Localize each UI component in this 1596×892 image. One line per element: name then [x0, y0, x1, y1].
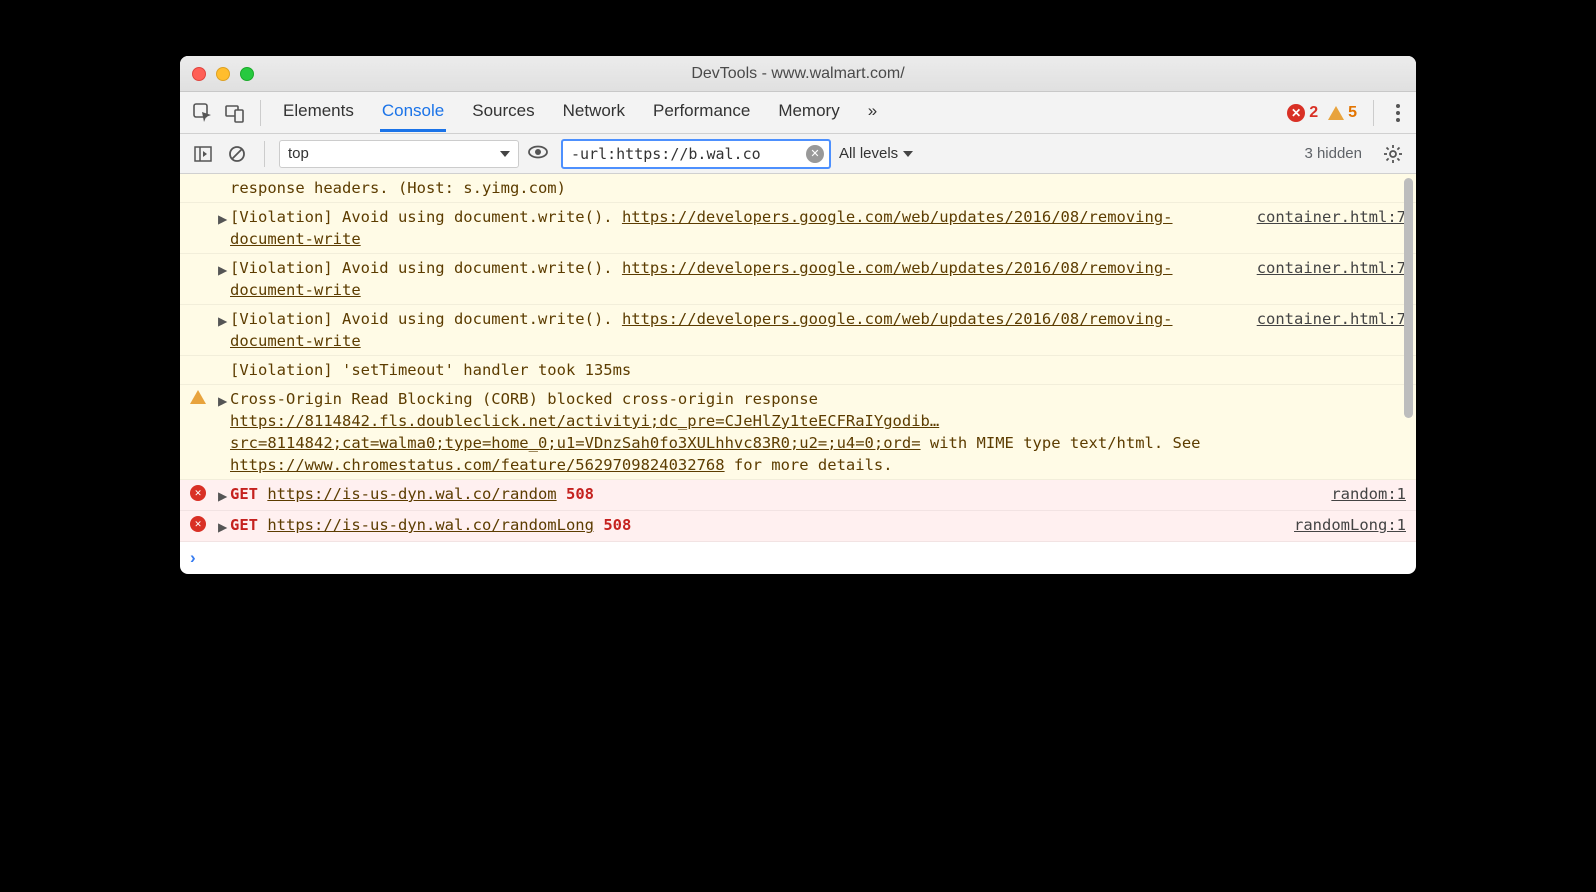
tab-network[interactable]: Network [561, 93, 627, 132]
expand-icon[interactable]: ▶ [218, 206, 230, 230]
status-code: 508 [566, 485, 594, 503]
http-method: GET [230, 485, 258, 503]
row-text: [Violation] Avoid using document.write()… [230, 310, 622, 328]
tab-sources[interactable]: Sources [470, 93, 536, 132]
traffic-lights [192, 67, 254, 81]
http-method: GET [230, 516, 258, 534]
prompt-icon: › [190, 548, 196, 567]
error-badge[interactable]: ✕ 2 [1287, 104, 1318, 122]
link[interactable]: https://www.chromestatus.com/feature/562… [230, 456, 725, 474]
tabs-overflow[interactable]: » [866, 93, 879, 132]
error-icon: ✕ [190, 516, 206, 532]
source-link[interactable]: random:1 [1331, 483, 1406, 505]
scrollbar[interactable] [1404, 178, 1413, 418]
clear-filter-icon[interactable]: ✕ [806, 145, 824, 163]
divider [264, 141, 265, 167]
expand-icon[interactable]: ▶ [218, 257, 230, 281]
row-text: with MIME type text/html. See [921, 434, 1201, 452]
expand-icon[interactable]: ▶ [218, 388, 230, 412]
tabs: Elements Console Sources Network Perform… [281, 93, 879, 132]
gear-icon[interactable] [1380, 141, 1406, 167]
tab-console[interactable]: Console [380, 93, 446, 132]
hidden-count: 3 hidden [1304, 145, 1362, 162]
close-button[interactable] [192, 67, 206, 81]
header-right: ✕ 2 5 [1287, 100, 1406, 126]
source-link[interactable]: container.html:7 [1257, 206, 1406, 228]
warning-badge[interactable]: 5 [1328, 104, 1357, 122]
error-icon: ✕ [1287, 104, 1305, 122]
titlebar: DevTools - www.walmart.com/ [180, 56, 1416, 92]
link[interactable]: https://8114842.fls.doubleclick.net/acti… [230, 412, 939, 452]
expand-icon[interactable]: ▶ [218, 514, 230, 538]
context-selector[interactable]: top [279, 140, 519, 168]
console-toolbar: top ✕ All levels 3 hidden [180, 134, 1416, 174]
devtools-window: DevTools - www.walmart.com/ Elements Con… [180, 56, 1416, 574]
link[interactable]: https://is-us-dyn.wal.co/random [267, 485, 556, 503]
row-text: for more details. [725, 456, 893, 474]
warning-icon [190, 390, 206, 404]
console-prompt-row[interactable]: › [180, 542, 1416, 574]
clear-console-icon[interactable] [224, 141, 250, 167]
expand-icon[interactable]: ▶ [218, 483, 230, 507]
row-text: response headers. (Host: s.yimg.com) [230, 177, 1406, 199]
live-expression-icon[interactable] [527, 141, 553, 167]
kebab-menu-icon[interactable] [1390, 104, 1406, 122]
console-row[interactable]: ▶ [Violation] Avoid using document.write… [180, 203, 1416, 254]
row-text: [Violation] 'setTimeout' handler took 13… [230, 359, 1406, 381]
console-body: response headers. (Host: s.yimg.com) ▶ [… [180, 174, 1416, 574]
tab-memory[interactable]: Memory [776, 93, 841, 132]
row-text: [Violation] Avoid using document.write()… [230, 208, 622, 226]
window-title: DevTools - www.walmart.com/ [691, 65, 904, 83]
levels-label: All levels [839, 145, 898, 162]
row-text: Cross-Origin Read Blocking (CORB) blocke… [230, 390, 818, 408]
source-link[interactable]: randomLong:1 [1294, 514, 1406, 536]
divider [260, 100, 261, 126]
error-icon: ✕ [190, 485, 206, 501]
device-toggle-icon[interactable] [222, 100, 248, 126]
console-row[interactable]: response headers. (Host: s.yimg.com) [180, 174, 1416, 203]
devtools-tabs-header: Elements Console Sources Network Perform… [180, 92, 1416, 134]
chevron-down-icon [903, 151, 913, 157]
filter-text[interactable] [571, 145, 801, 163]
console-row[interactable]: ▶ [Violation] Avoid using document.write… [180, 254, 1416, 305]
minimize-button[interactable] [216, 67, 230, 81]
warning-icon [1328, 106, 1344, 120]
chevron-down-icon [500, 151, 510, 157]
context-label: top [288, 145, 494, 162]
error-count: 2 [1309, 104, 1318, 122]
link[interactable]: https://is-us-dyn.wal.co/randomLong [267, 516, 594, 534]
tab-performance[interactable]: Performance [651, 93, 752, 132]
expand-icon[interactable]: ▶ [218, 308, 230, 332]
status-code: 508 [603, 516, 631, 534]
source-link[interactable]: container.html:7 [1257, 257, 1406, 279]
sidebar-toggle-icon[interactable] [190, 141, 216, 167]
divider [1373, 100, 1374, 126]
console-row[interactable]: [Violation] 'setTimeout' handler took 13… [180, 356, 1416, 385]
inspect-element-icon[interactable] [190, 100, 216, 126]
log-levels-selector[interactable]: All levels [839, 145, 913, 162]
source-link[interactable]: container.html:7 [1257, 308, 1406, 330]
row-text: [Violation] Avoid using document.write()… [230, 259, 622, 277]
console-row[interactable]: ✕ ▶ GET https://is-us-dyn.wal.co/random … [180, 480, 1416, 511]
warning-count: 5 [1348, 104, 1357, 122]
zoom-button[interactable] [240, 67, 254, 81]
console-row[interactable]: ▶ Cross-Origin Read Blocking (CORB) bloc… [180, 385, 1416, 480]
console-row[interactable]: ✕ ▶ GET https://is-us-dyn.wal.co/randomL… [180, 511, 1416, 542]
tab-elements[interactable]: Elements [281, 93, 356, 132]
console-row[interactable]: ▶ [Violation] Avoid using document.write… [180, 305, 1416, 356]
filter-input[interactable]: ✕ [561, 139, 831, 169]
